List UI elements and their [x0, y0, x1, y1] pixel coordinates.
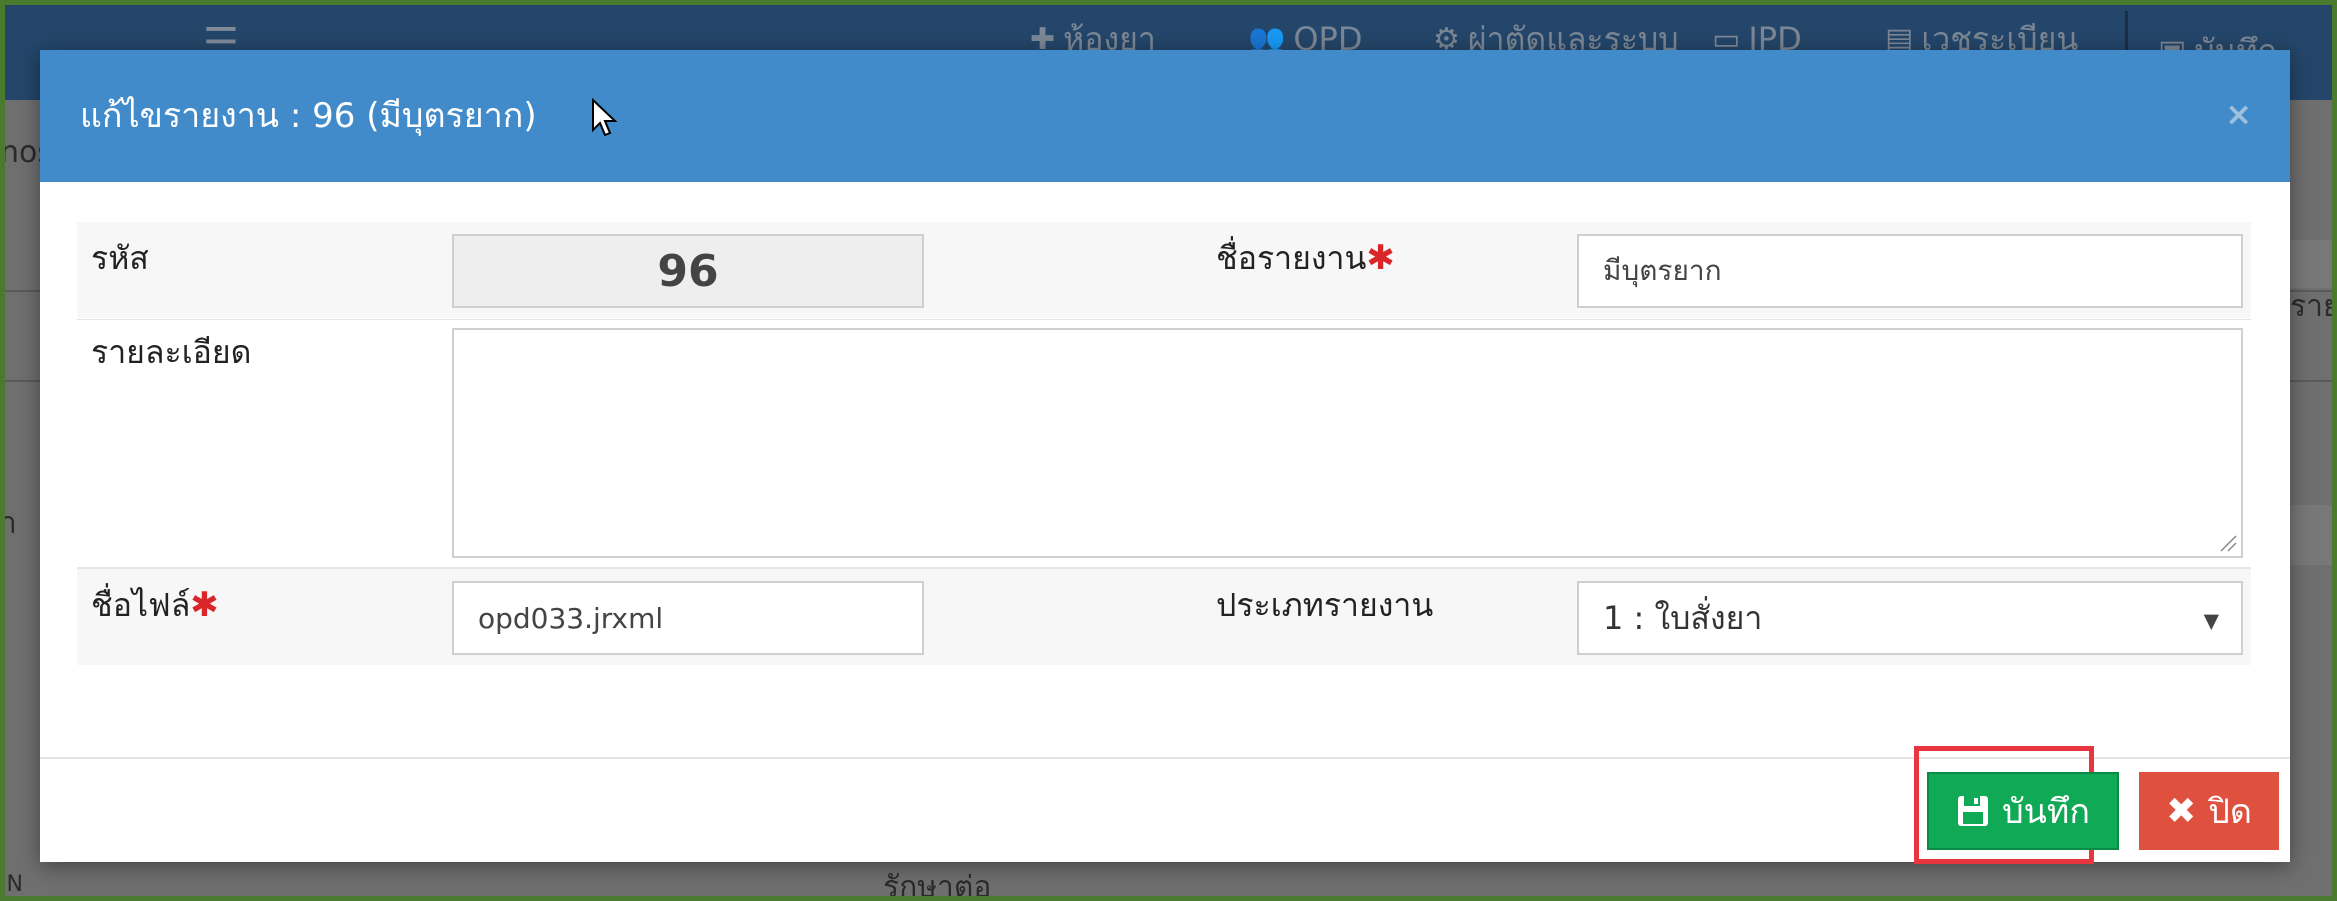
form-row: รายละเอียด	[77, 320, 2251, 566]
code-label: รหัส	[91, 239, 149, 277]
dropdown-arrow-icon: ▼	[2203, 608, 2219, 633]
report-type-selected-value: 1 : ใบสั่งยา	[1603, 598, 1763, 637]
code-field: 96	[452, 234, 924, 308]
background-left-text: า	[0, 506, 17, 541]
modal-title: แก้ไขรายงาน : 96 (มีบุตรยาก)	[80, 96, 537, 136]
background-left-text: IN	[0, 872, 23, 897]
form-row: รหัส 96 ชื่อรายงาน✱ มีบุตรยาก	[77, 222, 2251, 318]
cursor-icon	[592, 98, 618, 137]
edit-report-modal: แก้ไขรายงาน : 96 (มีบุตรยาก) × รหัส 96 ช…	[40, 50, 2290, 864]
save-button[interactable]: บันทึก	[1927, 772, 2119, 850]
required-mark: ✱	[1366, 238, 1395, 278]
detail-textarea[interactable]	[452, 328, 2243, 558]
report-type-label: ประเภทรายงาน	[1216, 586, 1434, 624]
close-x-icon: ✖	[2166, 790, 2197, 832]
detail-label: รายละเอียด	[91, 333, 252, 371]
report-name-label-text: ชื่อรายงาน	[1216, 239, 1367, 277]
close-button[interactable]: ✖ ปิด	[2139, 772, 2279, 850]
modal-header: แก้ไขรายงาน : 96 (มีบุตรยาก) ×	[40, 50, 2290, 182]
file-name-label: ชื่อไฟล์✱	[91, 583, 219, 627]
modal-close-icon[interactable]: ×	[2225, 94, 2252, 134]
background-bottom-text: รักษาต่อ	[883, 870, 992, 901]
report-name-input[interactable]: มีบุตรยาก	[1577, 234, 2243, 308]
resize-grip-icon[interactable]	[2219, 534, 2237, 552]
save-button-label: บันทึก	[2002, 792, 2090, 832]
report-name-label: ชื่อรายงาน✱	[1216, 236, 1395, 280]
required-mark: ✱	[190, 585, 219, 625]
file-name-input[interactable]: opd033.jrxml	[452, 581, 924, 655]
background-right-text: ราย	[2290, 289, 2337, 324]
report-type-select[interactable]: 1 : ใบสั่งยา ▼	[1577, 581, 2243, 655]
close-button-label: ปิด	[2208, 792, 2252, 832]
save-icon	[1958, 796, 1989, 826]
file-name-label-text: ชื่อไฟล์	[91, 586, 191, 624]
form-row: ชื่อไฟล์✱ opd033.jrxml ประเภทรายงาน 1 : …	[77, 569, 2251, 665]
